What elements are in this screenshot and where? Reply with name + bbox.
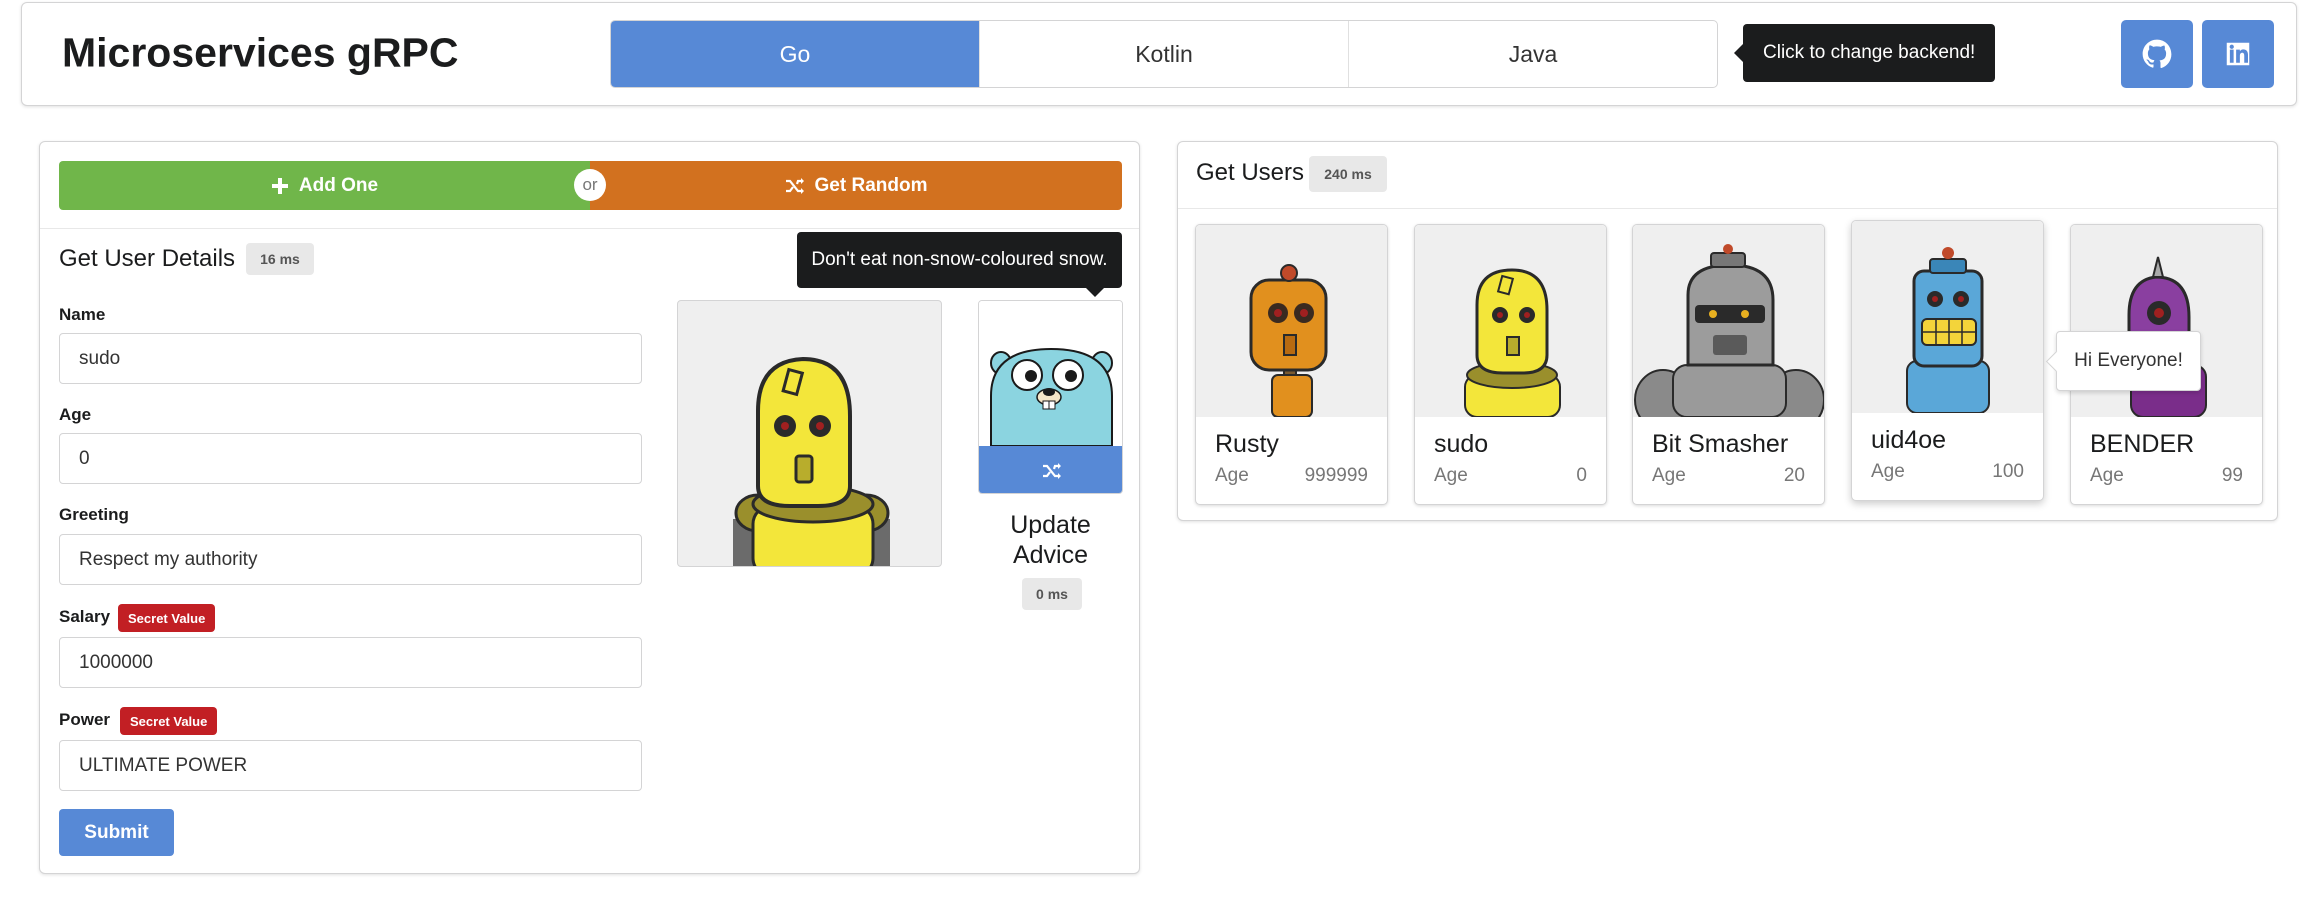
user-name: uid4oe (1871, 426, 1947, 454)
or-divider: or (574, 169, 606, 201)
power-label: Power (59, 710, 111, 729)
rusty-robot-image (1249, 264, 1328, 417)
action-bar: Add One Get Random or (59, 161, 1122, 210)
user-age: 99 (2221, 465, 2243, 486)
user-details-panel: Add One Get Random or Get User Details 1… (39, 141, 1140, 874)
app-title: Microservices gRPC (62, 29, 459, 76)
backend-tooltip: Click to change backend! (1743, 24, 1996, 82)
age-label: Age (1652, 465, 1686, 486)
salary-field[interactable] (59, 637, 642, 688)
tab-go[interactable]: Go (611, 21, 980, 87)
user-name: Rusty (1215, 430, 1279, 458)
greeting-label: Greeting (59, 505, 129, 524)
name-field[interactable] (59, 333, 642, 384)
gopher-mascot-image (990, 347, 1113, 447)
advice-card (978, 300, 1123, 494)
greeting-field[interactable] (59, 534, 642, 585)
user-name: sudo (1434, 430, 1489, 458)
user-card-image (1196, 225, 1387, 417)
update-advice-title: Update Advice (1010, 511, 1091, 569)
shuffle-icon (785, 177, 804, 194)
add-one-button[interactable]: Add One (59, 161, 590, 210)
users-timing: 240 ms (1309, 156, 1387, 192)
tab-kotlin[interactable]: Kotlin (980, 21, 1349, 87)
power-field[interactable] (59, 740, 642, 791)
user-card-image (1415, 225, 1606, 417)
user-hover-tooltip: Hi Everyone! (2056, 331, 2201, 391)
user-age: 0 (1576, 465, 1587, 486)
age-label: Age (2090, 465, 2124, 486)
user-name: Bit Smasher (1652, 430, 1789, 458)
robot-avatar-image (733, 356, 890, 566)
bit-smasher-robot-image (1634, 244, 1824, 417)
uid4oe-robot-image (1906, 247, 1990, 413)
gopher-image (979, 301, 1122, 447)
users-title: Get Users (1196, 159, 1305, 186)
divider (40, 228, 1139, 229)
backend-selector: Go Kotlin Java (610, 20, 1718, 88)
user-card-rusty[interactable]: Rusty Age 999999 (1195, 224, 1388, 505)
divider (1178, 208, 2277, 209)
user-age: 20 (1783, 465, 1805, 486)
age-label: Age (1434, 465, 1468, 486)
get-random-button[interactable]: Get Random (590, 161, 1122, 210)
user-name: BENDER (2090, 430, 2195, 458)
add-one-label: Add One (298, 174, 379, 196)
user-card-image (1633, 225, 1824, 417)
salary-label: Salary (59, 607, 111, 626)
user-details-timing: 16 ms (246, 243, 314, 275)
sudo-robot-image (1464, 268, 1561, 417)
tab-java[interactable]: Java (1349, 21, 1717, 87)
user-age: 100 (1992, 461, 2024, 482)
github-icon (2142, 39, 2172, 69)
github-button[interactable] (2121, 20, 2193, 88)
user-details-title: Get User Details (59, 245, 236, 272)
age-label: Age (59, 405, 92, 424)
app-header: Microservices gRPC Go Kotlin Java Click … (21, 2, 2297, 106)
user-card-bit-smasher[interactable]: Bit Smasher Age 20 (1632, 224, 1825, 505)
shuffle-icon (1042, 462, 1061, 479)
age-label: Age (1871, 461, 1905, 482)
update-advice-button[interactable] (979, 446, 1122, 493)
linkedin-icon (2226, 42, 2250, 66)
user-age: 999999 (1304, 465, 1368, 486)
advice-timing: 0 ms (1022, 578, 1082, 610)
age-label: Age (1215, 465, 1249, 486)
age-field[interactable] (59, 433, 642, 484)
linkedin-button[interactable] (2202, 20, 2274, 88)
plus-icon (271, 177, 288, 194)
submit-button[interactable]: Submit (59, 809, 174, 856)
power-secret-badge: Secret Value (120, 707, 218, 735)
name-label: Name (59, 305, 106, 324)
salary-secret-badge: Secret Value (118, 604, 216, 632)
user-card-image (1852, 221, 2043, 413)
user-card-sudo[interactable]: sudo Age 0 (1414, 224, 1607, 505)
get-random-label: Get Random (814, 174, 928, 196)
user-card-uid4oe[interactable]: uid4oe Age 100 (1851, 220, 2044, 501)
user-avatar (677, 300, 942, 567)
advice-tooltip: Don't eat non-snow-coloured snow. (797, 232, 1122, 297)
